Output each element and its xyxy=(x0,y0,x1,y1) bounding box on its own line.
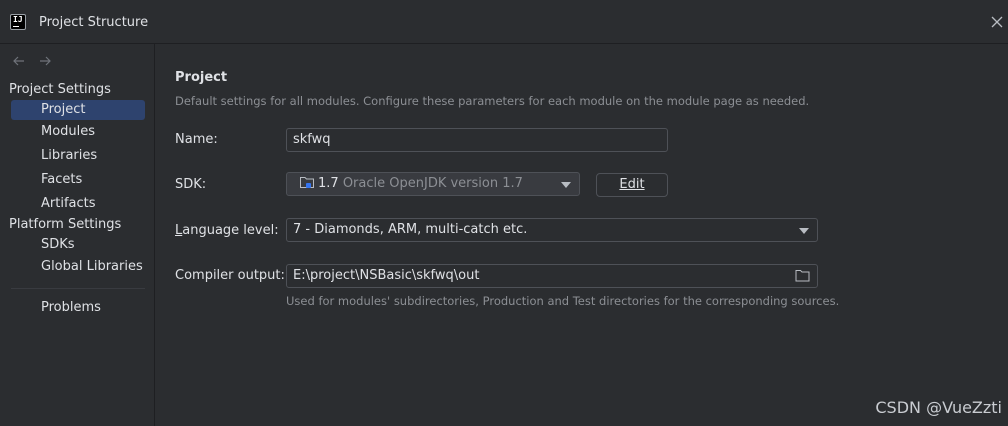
sidebar: Project Settings Project Modules Librari… xyxy=(0,44,155,426)
jdk-folder-icon xyxy=(300,177,314,188)
edit-button-label: Edit xyxy=(619,177,645,192)
language-level-value: 7 - Diamonds, ARM, multi-catch etc. xyxy=(293,222,528,237)
chevron-down-icon xyxy=(799,228,809,234)
name-label: Name: xyxy=(175,132,218,147)
close-icon[interactable] xyxy=(988,13,1006,31)
title-bar: IJ Project Structure xyxy=(0,0,1008,44)
chevron-down-icon xyxy=(561,182,571,188)
project-name-input[interactable]: skfwq xyxy=(286,128,668,152)
sdk-label: SDK: xyxy=(175,177,207,192)
sidebar-item-artifacts[interactable]: Artifacts xyxy=(11,194,145,214)
compiler-output-label: Compiler output: xyxy=(175,268,285,283)
window-title: Project Structure xyxy=(39,15,149,30)
sidebar-item-project[interactable]: Project xyxy=(11,100,145,120)
sidebar-item-global-libraries[interactable]: Global Libraries xyxy=(11,257,145,277)
sidebar-divider xyxy=(11,288,145,289)
project-settings-header: Project Settings xyxy=(9,82,111,97)
language-level-label-text: anguage level: xyxy=(182,223,279,238)
sdk-version: 1.7 xyxy=(318,176,339,191)
language-level-label: Language level: xyxy=(175,223,279,238)
sidebar-item-sdks[interactable]: SDKs xyxy=(11,235,145,255)
forward-arrow-icon[interactable] xyxy=(37,53,53,69)
platform-settings-header: Platform Settings xyxy=(9,217,122,232)
back-arrow-icon[interactable] xyxy=(11,53,27,69)
sidebar-item-libraries[interactable]: Libraries xyxy=(11,146,145,166)
intellij-app-icon: IJ xyxy=(10,14,26,30)
sidebar-item-problems[interactable]: Problems xyxy=(11,298,145,318)
sdk-name: Oracle OpenJDK version 1.7 xyxy=(342,176,523,191)
panel-heading: Project xyxy=(175,70,228,85)
watermark: CSDN @VueZzti xyxy=(875,398,1002,417)
edit-sdk-button[interactable]: Edit xyxy=(596,173,668,197)
panel-description: Default settings for all modules. Config… xyxy=(175,94,810,108)
compiler-output-value: E:\project\NSBasic\skfwq\out xyxy=(293,268,480,283)
nav-arrows xyxy=(11,53,53,69)
browse-folder-icon[interactable] xyxy=(795,269,810,282)
project-settings-panel: Project Default settings for all modules… xyxy=(156,44,1008,426)
sdk-dropdown[interactable]: 1.7 Oracle OpenJDK version 1.7 xyxy=(286,172,580,196)
sdk-selected-value: 1.7 Oracle OpenJDK version 1.7 xyxy=(299,173,523,195)
compiler-output-input[interactable]: E:\project\NSBasic\skfwq\out xyxy=(286,264,818,288)
sidebar-item-facets[interactable]: Facets xyxy=(11,170,145,190)
language-level-dropdown[interactable]: 7 - Diamonds, ARM, multi-catch etc. xyxy=(286,218,818,242)
sidebar-item-modules[interactable]: Modules xyxy=(11,122,145,142)
compiler-output-hint: Used for modules' subdirectories, Produc… xyxy=(286,294,840,308)
